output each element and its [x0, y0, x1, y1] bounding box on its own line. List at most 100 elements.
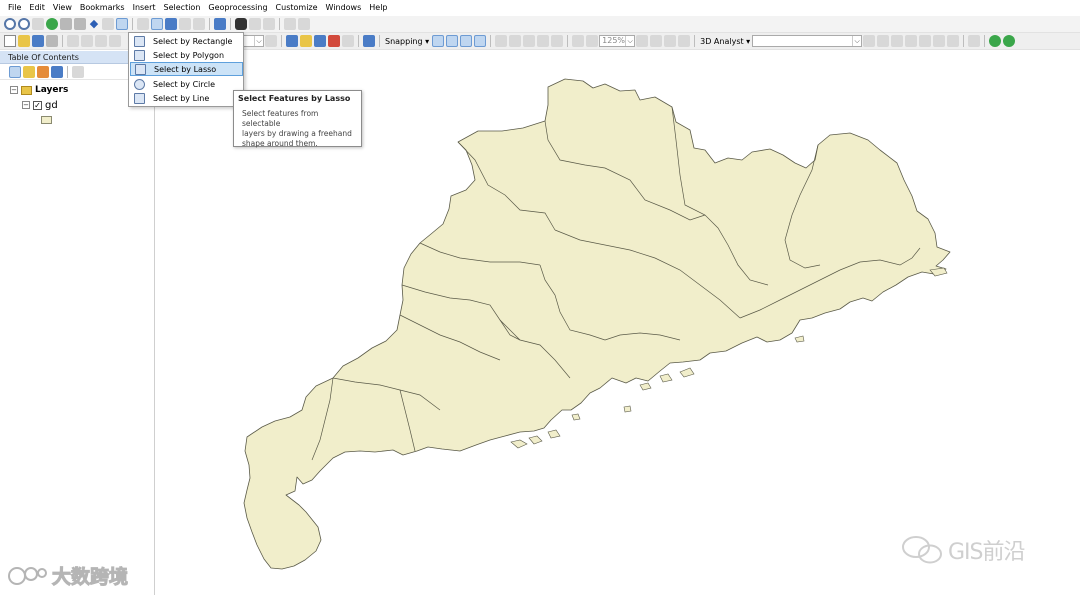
list-by-source-icon[interactable] — [23, 65, 35, 78]
list-by-selection-icon[interactable] — [51, 65, 63, 78]
measure-icon[interactable] — [214, 18, 226, 30]
change-layout-icon[interactable] — [664, 35, 677, 47]
delete-icon[interactable] — [109, 35, 121, 47]
arcscene-icon[interactable] — [1003, 35, 1016, 47]
menu-item-select-by-circle[interactable]: Select by Circle — [130, 77, 243, 91]
find-binoculars-icon[interactable] — [235, 18, 247, 30]
layout-zoom-icon[interactable] — [572, 35, 585, 47]
menu-selection[interactable]: Selection — [160, 0, 205, 16]
end-snapping-icon[interactable] — [446, 35, 459, 47]
pan-icon[interactable] — [32, 18, 44, 30]
table-of-contents-panel: Table Of Contents − Layers − ✓ gd — [0, 51, 156, 595]
arctoolbox-icon[interactable] — [342, 35, 354, 47]
georef-tool-3-icon[interactable] — [523, 35, 536, 47]
collapse-icon[interactable]: − — [22, 101, 30, 109]
layout-pan-icon[interactable] — [586, 35, 599, 47]
point-snapping-icon[interactable] — [432, 35, 445, 47]
focus-frame-icon[interactable] — [650, 35, 663, 47]
back-extent-icon[interactable]: ◆ — [88, 18, 100, 30]
menu-customize[interactable]: Customize — [272, 0, 322, 16]
hyperlink-icon[interactable] — [179, 18, 191, 30]
print-icon[interactable] — [46, 35, 58, 47]
layers-folder-icon — [21, 85, 32, 95]
layer-name-label[interactable]: gd — [45, 100, 58, 111]
catalog-window-icon[interactable] — [314, 35, 326, 47]
fixed-zoom-out-icon[interactable] — [74, 18, 86, 30]
cut-icon[interactable] — [67, 35, 79, 47]
search-window-icon[interactable] — [328, 35, 340, 47]
layer-visibility-checkbox[interactable]: ✓ — [33, 100, 42, 110]
data-driven-pages-icon[interactable] — [678, 35, 691, 47]
overview-icon[interactable] — [298, 18, 310, 30]
time-slider-icon[interactable] — [263, 18, 275, 30]
list-by-visibility-icon[interactable] — [37, 65, 49, 78]
full-extent-icon[interactable] — [46, 18, 58, 30]
3d-analyst-dropdown[interactable]: 3D Analyst ▾ — [698, 35, 752, 48]
copy-icon[interactable] — [81, 35, 93, 47]
menu-bookmarks[interactable]: Bookmarks — [76, 0, 129, 16]
clear-selection-icon[interactable] — [137, 18, 149, 30]
new-document-icon[interactable] — [4, 35, 16, 47]
layer-symbol-swatch[interactable] — [41, 116, 52, 124]
island-10 — [794, 335, 805, 343]
menu-geoprocessing[interactable]: Geoprocessing — [204, 0, 271, 16]
collapse-icon[interactable]: − — [10, 86, 18, 94]
3d-analyst-layer-combo[interactable]: ⌵ — [752, 35, 863, 47]
menu-item-select-by-lasso[interactable]: Select by Lasso — [130, 62, 243, 76]
toggle-draft-icon[interactable] — [636, 35, 649, 47]
toolbar-separator — [963, 35, 965, 47]
tree-row-symbol[interactable] — [41, 113, 52, 127]
3d-tool-3-icon[interactable] — [891, 35, 904, 47]
menu-view[interactable]: View — [49, 0, 76, 16]
layout-zoom-combo[interactable]: 125% ⌵ — [599, 35, 636, 47]
zoom-out-icon[interactable] — [18, 18, 30, 30]
georef-tool-5-icon[interactable] — [551, 35, 564, 47]
select-features-tool-icon[interactable] — [116, 18, 128, 30]
georef-tool-4-icon[interactable] — [537, 35, 550, 47]
python-window-icon[interactable] — [363, 35, 375, 47]
menu-item-label: Select by Line — [153, 93, 210, 103]
georef-tool-2-icon[interactable] — [509, 35, 522, 47]
3d-tool-7-icon[interactable] — [947, 35, 960, 47]
toc-options-icon[interactable] — [72, 65, 84, 78]
menu-item-select-by-polygon[interactable]: Select by Polygon — [130, 48, 243, 62]
tree-row-layer-gd[interactable]: − ✓ gd — [22, 98, 58, 112]
fixed-zoom-in-icon[interactable] — [60, 18, 72, 30]
snapping-dropdown[interactable]: Snapping ▾ — [383, 35, 431, 48]
edge-snapping-icon[interactable] — [474, 35, 487, 47]
3d-tool-1-icon[interactable] — [863, 35, 876, 47]
table-of-contents-icon[interactable] — [300, 35, 312, 47]
data-frame-label[interactable]: Layers — [35, 85, 68, 95]
menu-file[interactable]: File — [4, 0, 25, 16]
select-elements-icon[interactable] — [151, 18, 163, 30]
add-data-icon[interactable] — [265, 35, 277, 47]
editor-toolbar-icon[interactable] — [286, 35, 298, 47]
arcglobe-icon[interactable] — [989, 35, 1002, 47]
toolbar-separator — [62, 35, 63, 47]
3d-tool-6-icon[interactable] — [933, 35, 946, 47]
go-to-xy-icon[interactable] — [249, 18, 261, 30]
menu-windows[interactable]: Windows — [322, 0, 366, 16]
menu-insert[interactable]: Insert — [129, 0, 160, 16]
menu-item-select-by-line[interactable]: Select by Line — [130, 91, 243, 105]
toolbar-separator — [132, 18, 133, 30]
zoom-in-icon[interactable] — [4, 18, 16, 30]
create-viewer-window-icon[interactable] — [284, 18, 296, 30]
open-folder-icon[interactable] — [18, 35, 30, 47]
tree-row-layers[interactable]: − Layers — [10, 83, 68, 97]
menu-item-select-by-rectangle[interactable]: Select by Rectangle — [130, 34, 243, 48]
list-by-drawing-order-icon[interactable] — [9, 65, 21, 78]
3d-tool-4-icon[interactable] — [905, 35, 918, 47]
profile-graph-icon[interactable] — [968, 35, 981, 47]
georef-tool-1-icon[interactable] — [495, 35, 508, 47]
html-popup-icon[interactable] — [193, 18, 205, 30]
vertex-snapping-icon[interactable] — [460, 35, 473, 47]
3d-tool-5-icon[interactable] — [919, 35, 932, 47]
3d-tool-2-icon[interactable] — [877, 35, 890, 47]
menu-edit[interactable]: Edit — [25, 0, 49, 16]
menu-help[interactable]: Help — [365, 0, 391, 16]
paste-icon[interactable] — [95, 35, 107, 47]
save-icon[interactable] — [32, 35, 44, 47]
identify-icon[interactable] — [165, 18, 177, 30]
forward-extent-icon[interactable] — [102, 18, 114, 30]
